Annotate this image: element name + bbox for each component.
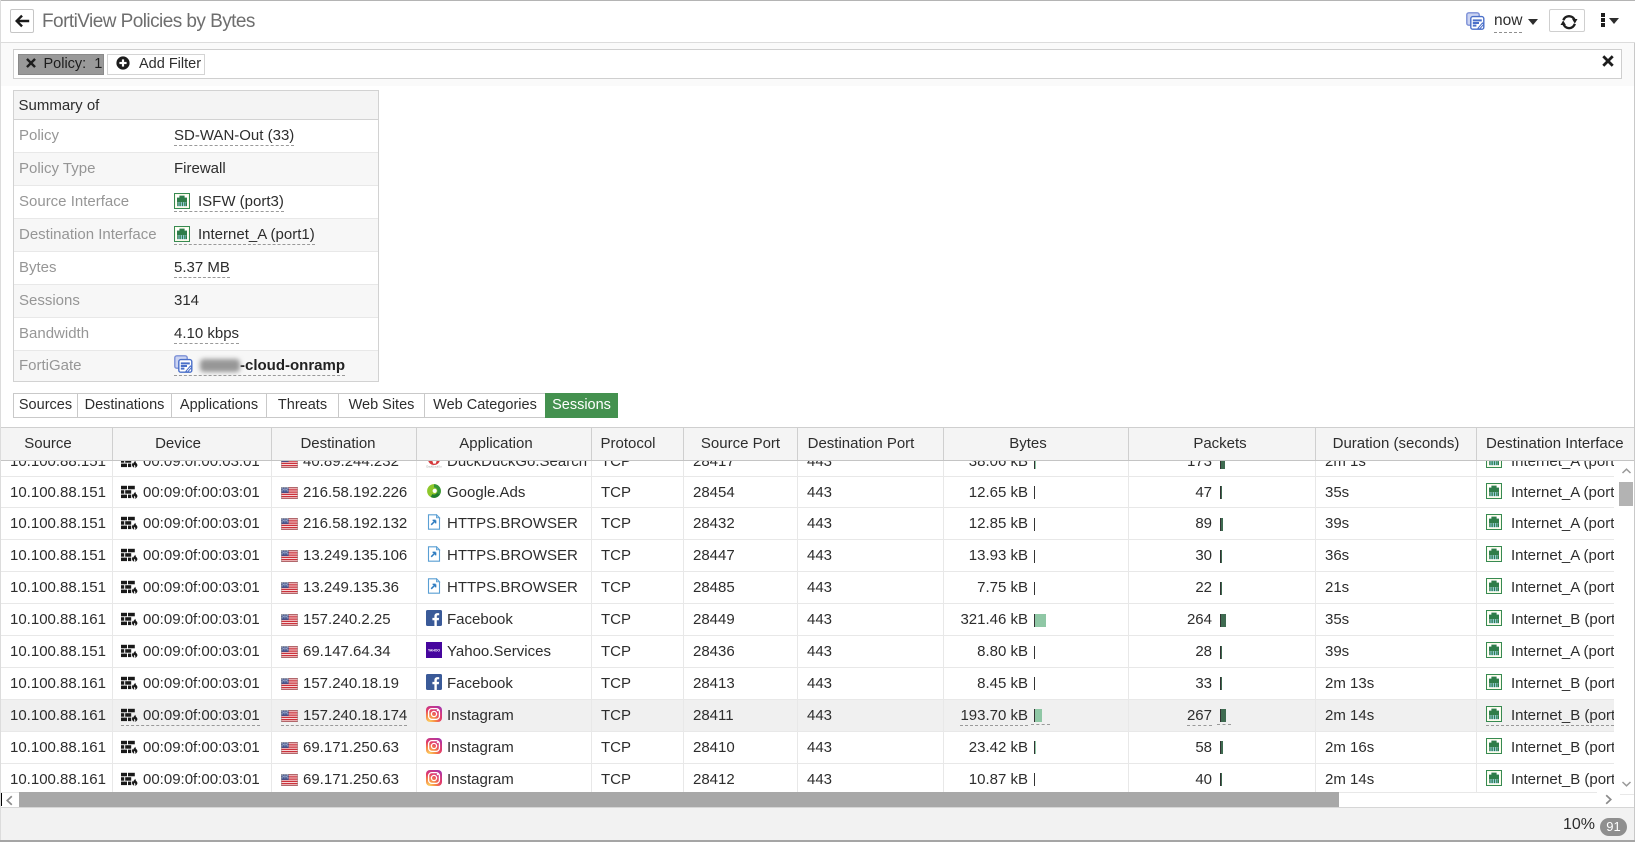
svg-text:DuckDuckGo: DuckDuckGo (426, 464, 442, 468)
svg-text:YAHOO: YAHOO (428, 649, 440, 653)
